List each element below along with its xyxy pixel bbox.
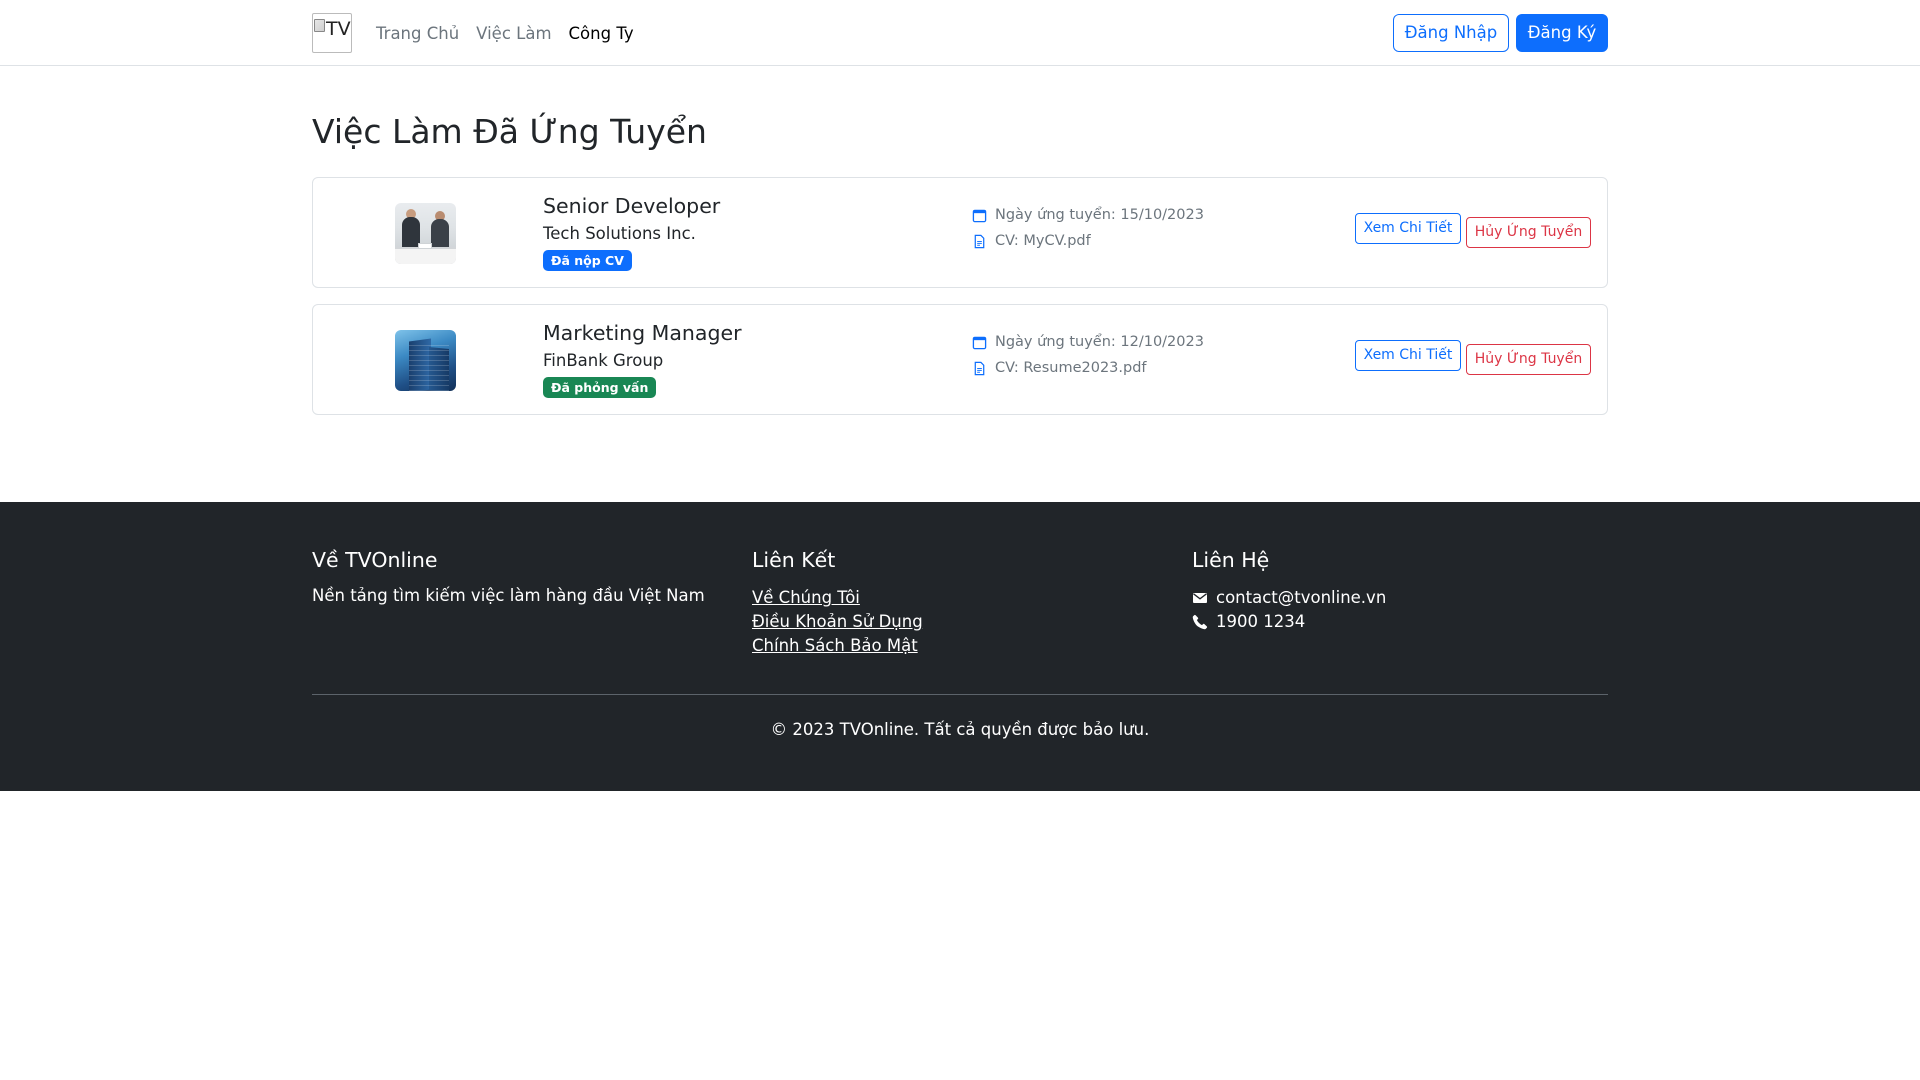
footer-link-privacy[interactable]: Chính Sách Bảo Mật <box>752 634 923 658</box>
broken-image-icon <box>314 19 325 32</box>
application-date: Ngày ứng tuyển: 15/10/2023 <box>972 207 1204 223</box>
job-title[interactable]: Senior Developer <box>543 194 720 218</box>
page-title: Việc Làm Đã Ứng Tuyển <box>312 112 707 151</box>
application-date-text: Ngày ứng tuyển: 12/10/2023 <box>995 334 1204 350</box>
job-title[interactable]: Marketing Manager <box>543 321 742 345</box>
calendar-icon <box>972 208 987 223</box>
application-card: Senior Developer Tech Solutions Inc. Đã … <box>312 177 1608 288</box>
register-button[interactable]: Đăng Ký <box>1516 14 1608 52</box>
cancel-application-button[interactable]: Hủy Ứng Tuyển <box>1466 217 1591 248</box>
footer-about-heading: Về TVOnline <box>312 548 438 572</box>
contact-phone-text: 1900 1234 <box>1216 612 1306 631</box>
nav-link-home[interactable]: Trang Chủ <box>376 24 459 43</box>
footer-about-text: Nền tảng tìm kiếm việc làm hàng đầu Việt… <box>312 586 705 605</box>
copyright: © 2023 TVOnline. Tất cả quyền được bảo l… <box>770 720 1150 739</box>
footer-link-about-us[interactable]: Về Chúng Tôi <box>752 586 923 610</box>
application-date-text: Ngày ứng tuyển: 15/10/2023 <box>995 207 1204 223</box>
application-card: Marketing Manager FinBank Group Đã phỏng… <box>312 304 1608 415</box>
footer-about: Về TVOnline Nền tảng tìm kiếm việc làm h… <box>312 548 705 605</box>
cv-file-text: CV: MyCV.pdf <box>995 233 1091 249</box>
footer-links-heading: Liên Kết <box>752 548 836 572</box>
contact-email-text: contact@tvonline.vn <box>1216 588 1387 607</box>
logo-alt-text: TV <box>326 18 351 40</box>
nav-link-companies[interactable]: Công Ty <box>569 24 634 43</box>
file-icon <box>972 361 987 376</box>
logo[interactable]: TV <box>312 13 352 53</box>
view-detail-button[interactable]: Xem Chi Tiết <box>1355 340 1461 371</box>
job-thumbnail <box>395 203 456 264</box>
navbar: TV Trang Chủ Việc Làm Công Ty Đăng Nhập … <box>0 0 1920 66</box>
contact-email: contact@tvonline.vn <box>1192 586 1386 610</box>
footer-contact: Liên Hệ contact@tvonline.vn 1900 1234 <box>1192 548 1386 634</box>
phone-icon <box>1192 614 1208 630</box>
footer-divider <box>312 694 1608 695</box>
nav-links: Trang Chủ Việc Làm Công Ty <box>376 0 651 66</box>
cv-file-text: CV: Resume2023.pdf <box>995 360 1147 376</box>
application-date: Ngày ứng tuyển: 12/10/2023 <box>972 334 1204 350</box>
calendar-icon <box>972 335 987 350</box>
login-button[interactable]: Đăng Nhập <box>1393 14 1509 52</box>
cancel-application-button[interactable]: Hủy Ứng Tuyển <box>1466 344 1591 375</box>
footer: Về TVOnline Nền tảng tìm kiếm việc làm h… <box>0 502 1920 791</box>
footer-contact-heading: Liên Hệ <box>1192 548 1270 572</box>
view-detail-button[interactable]: Xem Chi Tiết <box>1355 213 1461 244</box>
application-cv: CV: MyCV.pdf <box>972 233 1091 249</box>
application-cv: CV: Resume2023.pdf <box>972 360 1147 376</box>
contact-phone: 1900 1234 <box>1192 610 1386 634</box>
footer-link-terms[interactable]: Điều Khoản Sử Dụng <box>752 610 923 634</box>
navbar-container: TV Trang Chủ Việc Làm Công Ty Đăng Nhập … <box>312 0 1608 66</box>
company-name: Tech Solutions Inc. <box>543 224 696 243</box>
company-name: FinBank Group <box>543 351 664 370</box>
footer-links: Liên Kết Về Chúng Tôi Điều Khoản Sử Dụng… <box>752 548 923 658</box>
envelope-icon <box>1192 590 1208 606</box>
file-icon <box>972 234 987 249</box>
status-badge: Đã phỏng vấn <box>543 377 657 398</box>
job-thumbnail <box>395 330 456 391</box>
nav-link-jobs[interactable]: Việc Làm <box>476 24 551 43</box>
status-badge: Đã nộp CV <box>543 250 632 271</box>
